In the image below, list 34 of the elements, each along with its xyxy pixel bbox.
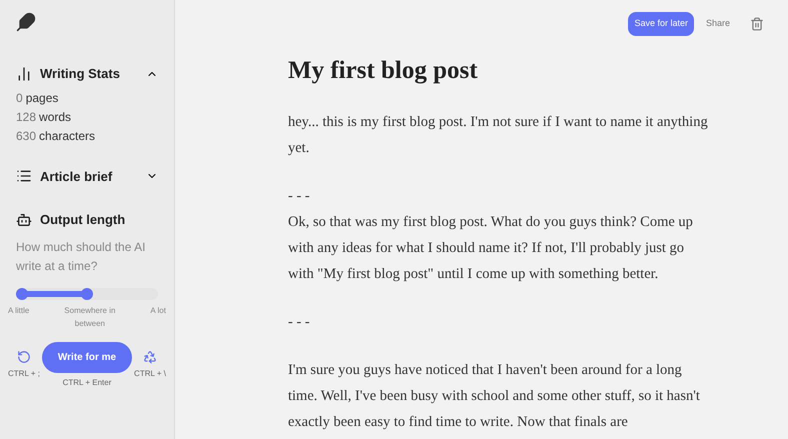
trash-icon[interactable]	[750, 16, 764, 31]
section-header[interactable]: Writing Stats	[16, 64, 158, 84]
write-button[interactable]: Write for me	[42, 342, 132, 372]
shortcut-text: CTRL + Enter	[62, 376, 112, 388]
slider-label: A little	[8, 304, 30, 316]
list-icon	[16, 168, 32, 184]
document-paragraph: - - - Ok, so that was my first blog post. What do you guys think? Come up with any ideas for what I should name it? If not, I'll probably just go with "My first blog post" until I come up with something better.	[288, 187, 694, 284]
stat-label: characters	[39, 130, 96, 142]
section-title: Writing Stats	[40, 65, 121, 83]
bar-chart-icon	[16, 66, 32, 82]
robot-icon	[16, 212, 32, 228]
stat-label: pages	[26, 92, 58, 104]
shortcut-text: CTRL + \	[134, 368, 166, 380]
stat-value: 630	[16, 130, 36, 142]
question-text: How much should the AI write at a time?	[16, 238, 146, 274]
document-paragraph: - - -	[288, 313, 311, 332]
stat-label: words	[39, 110, 72, 124]
stat-value: 128	[16, 110, 36, 124]
recycle-icon[interactable]	[143, 350, 158, 364]
slider-thumb[interactable]	[81, 288, 93, 300]
shortcut-text: CTRL + ;	[8, 368, 40, 380]
section-header[interactable]: Article brief	[16, 166, 158, 186]
slider-label: A lot	[150, 304, 166, 316]
document-paragraph: hey... this is my first blog post. I'm not sure if I want to name it anything yet.	[288, 113, 708, 158]
slider-track[interactable]	[16, 288, 158, 300]
document-title: My first blog post	[288, 56, 479, 86]
save-button[interactable]: Save for later	[628, 12, 694, 36]
slider-label: Somewhere in between	[63, 304, 116, 330]
document-paragraph: I'm sure you guys have noticed that I haven't been around for a long time. Well, I've been busy with school and some other stuff, so it hasn't exactly been easy to find time to write. Now that finals are	[288, 361, 701, 432]
section-title: Output length	[40, 211, 126, 229]
section-title: Article brief	[40, 168, 114, 186]
undo-icon[interactable]	[16, 350, 31, 364]
share-link[interactable]: Share	[706, 17, 730, 30]
stat-value: 0	[16, 92, 23, 104]
